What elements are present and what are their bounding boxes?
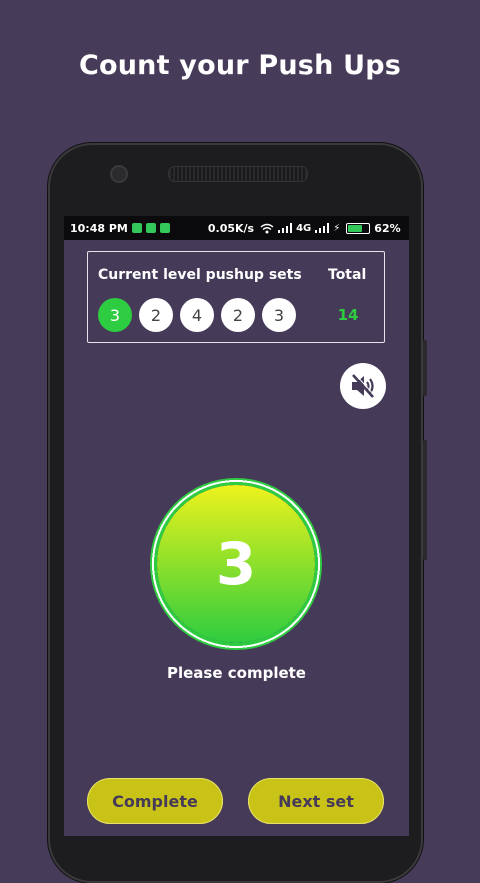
notification-icon: [159, 223, 170, 233]
front-camera: [110, 165, 128, 183]
set-item: 4: [180, 298, 214, 332]
sets-title: Current level pushup sets: [98, 267, 302, 283]
set-item: 3: [98, 298, 132, 332]
signal-icon: [278, 223, 293, 233]
notification-icon: [145, 223, 156, 233]
phone-speaker-grille: [168, 166, 308, 182]
set-item: 2: [221, 298, 255, 332]
battery-percent: 62%: [374, 221, 401, 235]
rep-counter-value: 3: [157, 485, 315, 643]
network-type: 4G: [296, 222, 312, 234]
set-item: 2: [139, 298, 173, 332]
wifi-icon: [260, 223, 274, 233]
total-value: 14: [337, 306, 359, 324]
charging-icon: ⚡: [333, 222, 341, 234]
signal-icon: [315, 223, 330, 233]
battery-icon: [346, 222, 371, 234]
network-speed: 0.05K/s: [207, 221, 255, 235]
app-screen: 10:48 PM 0.05K/s 4G ⚡ 62% Current level …: [64, 216, 409, 836]
sets-list: 3 2 4 2 3: [98, 298, 296, 332]
page-headline: Count your Push Ups: [78, 50, 402, 81]
status-time: 10:48 PM: [70, 221, 128, 235]
mute-button[interactable]: [340, 363, 386, 409]
rep-counter-circle[interactable]: 3: [150, 478, 322, 650]
complete-button[interactable]: Complete: [87, 778, 223, 824]
total-label: Total: [328, 267, 367, 283]
pushup-sets-card: Current level pushup sets Total 3 2 4 2 …: [87, 251, 385, 343]
set-item: 3: [262, 298, 296, 332]
next-set-button[interactable]: Next set: [248, 778, 384, 824]
phone-volume-button: [423, 340, 427, 396]
status-bar: 10:48 PM 0.05K/s 4G ⚡ 62%: [64, 216, 409, 240]
status-message: Please complete: [167, 664, 306, 682]
phone-power-button: [423, 440, 427, 560]
speaker-muted-icon: [352, 373, 375, 398]
status-icons: 4G ⚡: [260, 222, 371, 234]
notification-icon: [131, 223, 142, 233]
